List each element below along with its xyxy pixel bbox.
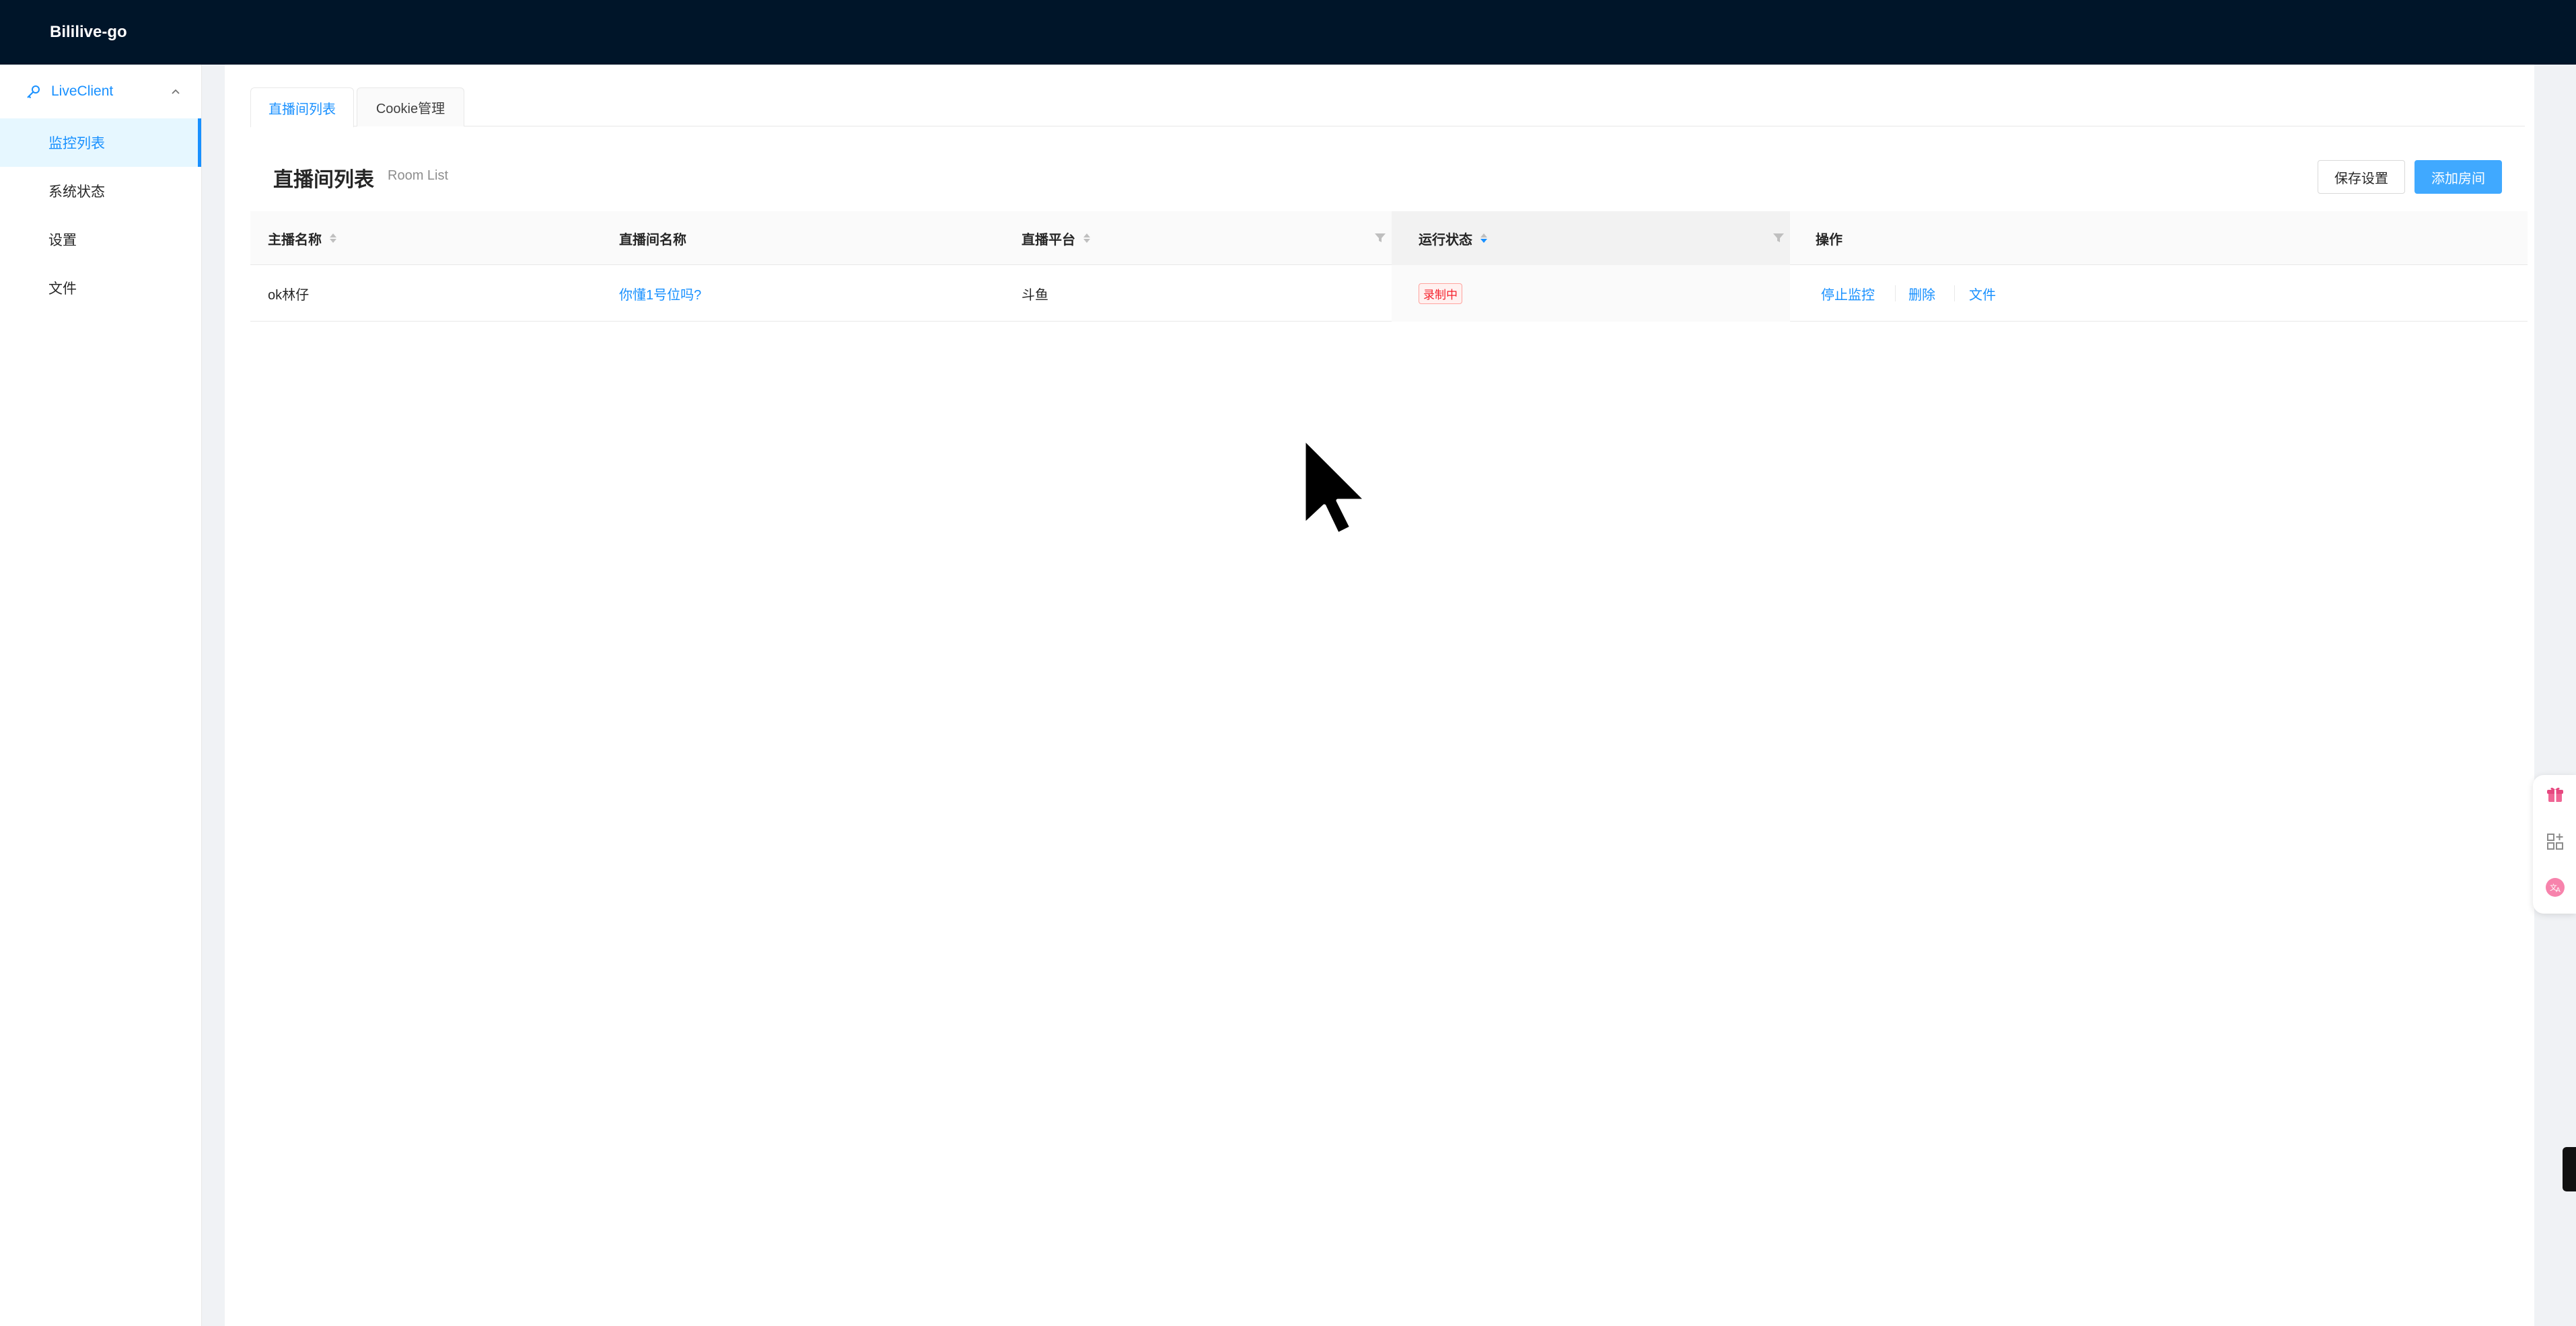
chevron-up-icon	[172, 89, 180, 94]
action-divider	[1954, 285, 1955, 301]
column-label: 操作	[1816, 232, 1842, 248]
stop-monitor-link[interactable]: 停止监控	[1821, 265, 1875, 322]
column-header-status[interactable]: 运行状态	[1419, 211, 1487, 265]
filter-icon[interactable]	[1374, 233, 1386, 244]
qr-scan-icon[interactable]	[2545, 832, 2565, 852]
column-header-actions: 操作	[1816, 211, 1842, 265]
sidebar-item-label: 设置	[48, 233, 77, 248]
page-subtitle: Room List	[388, 168, 449, 183]
tab-cookie-management[interactable]: Cookie管理	[357, 87, 464, 126]
column-label: 直播平台	[1022, 232, 1075, 248]
translate-icon[interactable]: 文 A	[2545, 877, 2565, 897]
sidebar-item-label: 系统状态	[48, 184, 105, 200]
table-header: 主播名称 直播间名称 直播平台 运行状态 操作	[250, 211, 2528, 265]
tab-bar: 直播间列表 Cookie管理	[250, 87, 2525, 127]
mouse-cursor-icon	[1302, 437, 1368, 536]
add-room-button[interactable]: 添加房间	[2414, 160, 2502, 194]
gift-icon[interactable]	[2545, 784, 2565, 805]
cell-host: ok林仔	[268, 287, 310, 303]
column-header-platform[interactable]: 直播平台	[1022, 211, 1090, 265]
app-logo-title[interactable]: Bililive-go	[50, 23, 127, 42]
main-content: 直播间列表 Cookie管理 直播间列表 Room List 保存设置 添加房间…	[225, 65, 2534, 1326]
sort-icon[interactable]	[1480, 233, 1487, 243]
page-title: 直播间列表	[273, 169, 374, 191]
column-label: 主播名称	[268, 232, 322, 248]
top-header: Bililive-go	[0, 0, 2576, 65]
svg-text:A: A	[2556, 887, 2561, 894]
files-link[interactable]: 文件	[1969, 265, 1996, 322]
save-settings-button[interactable]: 保存设置	[2318, 160, 2405, 194]
cell-room-link[interactable]: 你懂1号位吗?	[619, 265, 701, 322]
delete-link[interactable]: 删除	[1908, 265, 1935, 322]
floating-toolbar: 文 A	[2533, 775, 2576, 914]
cell-status: 录制中	[1419, 265, 1462, 322]
column-header-host[interactable]: 主播名称	[268, 211, 336, 265]
column-label: 直播间名称	[619, 232, 686, 248]
column-label: 运行状态	[1419, 232, 1472, 248]
action-divider	[1895, 285, 1896, 301]
sidebar-item-label: 文件	[48, 281, 77, 297]
tab-room-list[interactable]: 直播间列表	[250, 87, 354, 127]
sidebar-item-system-status[interactable]: 系统状态	[0, 167, 201, 215]
sidebar-item-files[interactable]: 文件	[0, 264, 201, 312]
column-header-room: 直播间名称	[619, 211, 686, 265]
submenu-label: LiveClient	[51, 83, 114, 99]
sidebar-item-settings[interactable]: 设置	[0, 215, 201, 264]
room-table: 主播名称 直播间名称 直播平台 运行状态 操作 ok林仔 你懂1号位吗? 斗鱼 …	[250, 211, 2528, 322]
cell-platform: 斗鱼	[1022, 287, 1048, 303]
key-icon	[27, 85, 40, 99]
sort-icon[interactable]	[1083, 233, 1090, 243]
status-badge: 录制中	[1419, 283, 1462, 304]
table-row: ok林仔 你懂1号位吗? 斗鱼 录制中 停止监控 删除 文件	[250, 265, 2528, 322]
sort-icon[interactable]	[330, 233, 336, 243]
side-panel-handle[interactable]	[2563, 1147, 2576, 1191]
submenu-liveclient[interactable]: LiveClient	[0, 65, 201, 118]
sidebar-item-label: 监控列表	[48, 136, 105, 151]
filter-icon[interactable]	[1773, 233, 1785, 244]
sidebar: LiveClient 监控列表 系统状态 设置 文件	[0, 65, 202, 1326]
sidebar-item-monitor-list[interactable]: 监控列表	[0, 118, 201, 167]
